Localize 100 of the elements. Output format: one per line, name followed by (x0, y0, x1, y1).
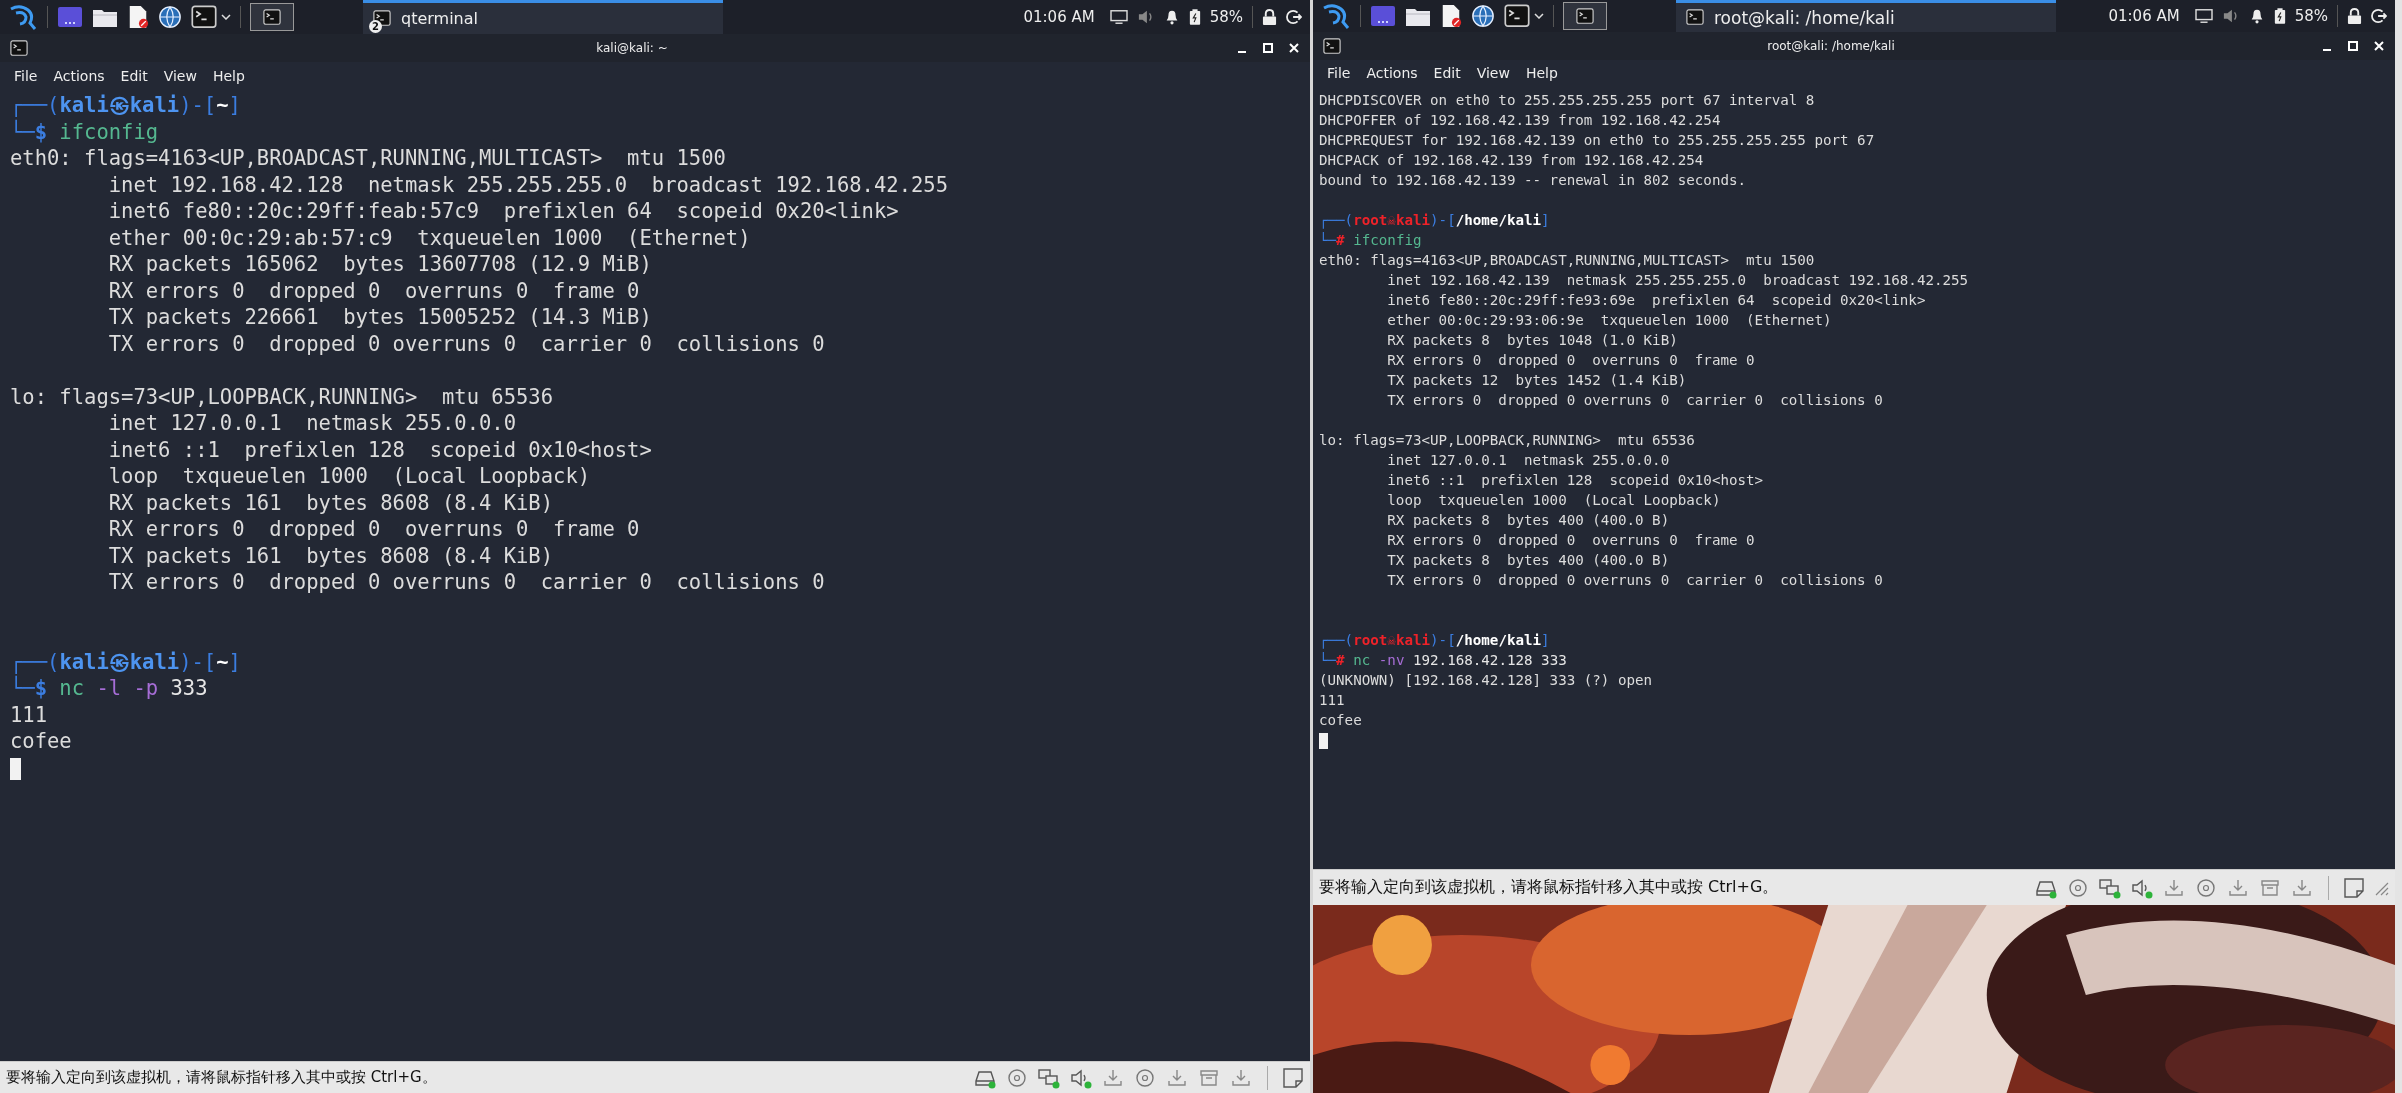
terminal-line: lo: flags=73<UP,LOOPBACK,RUNNING> mtu 65536 (1319, 432, 1695, 448)
prompt-line: ┌──(kali㉿kali)-[~] (10, 649, 241, 674)
battery-percentage: 58% (2294, 7, 2328, 25)
terminal-line: inet 192.168.42.128 netmask 255.255.255.0 broadcast 192.168.42.255 (107, 172, 948, 197)
terminal-line: TX errors 0 dropped 0 overruns 0 carrier 0 collisions 0 (1386, 392, 1883, 408)
terminal-line: 111 (1319, 692, 1345, 708)
workspace-icon[interactable] (1370, 5, 1396, 27)
note-icon[interactable] (2343, 876, 2365, 899)
terminal-line: inet 127.0.0.1 netmask 255.0.0.0 (107, 411, 517, 435)
disc-icon[interactable] (1133, 1066, 1157, 1089)
disc-icon[interactable] (1005, 1066, 1029, 1089)
menu-item[interactable]: File (1327, 65, 1351, 81)
terminal-line: RX errors 0 dropped 0 overruns 0 frame 0 (107, 517, 640, 541)
menu-item[interactable]: Edit (120, 68, 148, 84)
terminal-line: TX packets 161 bytes 8608 (8.4 KiB) (107, 543, 554, 568)
lock-icon[interactable] (2347, 7, 2362, 25)
task-button[interactable]: root@kali: /home/kali (1676, 0, 2056, 32)
terminal-line: 111 (10, 702, 48, 727)
terminal-line: DHCPACK of 192.168.42.139 from 192.168.42.254 (1319, 152, 1704, 168)
disc-icon[interactable] (2066, 876, 2090, 899)
terminal-icon (1576, 7, 1594, 25)
terminal-line: DHCPOFFER of 192.168.42.139 from 192.168.42.254 (1319, 112, 1721, 128)
network-icon[interactable] (1037, 1066, 1061, 1089)
terminal-line: TX packets 8 bytes 400 (400.0 B) (1386, 552, 1670, 568)
terminal-line: RX packets 8 bytes 400 (400.0 B) (1386, 512, 1670, 528)
terminal-icon (1323, 37, 1341, 55)
monitor-icon[interactable] (1109, 9, 1128, 25)
terminal-line: ether 00:0c:29:ab:57:c9 txqueuelen 1000 (Ethernet) (107, 225, 751, 250)
terminal-line: inet6 ::1 prefixlen 128 scopeid 0x10<host> (1386, 472, 1764, 488)
lock-icon[interactable] (1262, 8, 1277, 26)
terminal-line: TX errors 0 dropped 0 overruns 0 carrier 0 collisions 0 (1386, 572, 1883, 588)
caret-icon[interactable] (221, 14, 231, 20)
maximize-icon[interactable] (2347, 40, 2359, 52)
command-line: └─# ifconfig (1319, 232, 1422, 248)
menu-item[interactable]: Actions (1366, 65, 1418, 81)
menu-item[interactable]: Actions (53, 68, 105, 84)
command-line: └─# nc -nv 192.168.42.128 333 (1319, 652, 1567, 668)
terminal-line: RX errors 0 dropped 0 overruns 0 frame 0 (1386, 352, 1755, 368)
dragon-logo-icon[interactable] (1321, 2, 1351, 30)
disc-icon[interactable] (2194, 876, 2218, 899)
menu-item[interactable]: View (163, 68, 197, 84)
clock[interactable]: 01:06 AM (1023, 8, 1095, 26)
terminal-line: eth0: flags=4163<UP,BROADCAST,RUNNING,MULTICAST> mtu 1500 (1319, 252, 1815, 268)
document-icon[interactable] (1440, 4, 1462, 28)
close-icon[interactable] (2373, 40, 2385, 52)
terminal-line: RX packets 161 bytes 8608 (8.4 KiB) (107, 490, 554, 515)
prompt-line: ┌──(kali㉿kali)-[~] (10, 93, 241, 117)
menu-item[interactable]: Help (1525, 65, 1558, 81)
logout-icon[interactable] (1286, 9, 1302, 25)
logout-icon[interactable] (2371, 8, 2387, 24)
battery-icon[interactable] (1188, 8, 1201, 26)
dragon-logo-icon[interactable] (8, 3, 38, 31)
menu-item[interactable]: Help (212, 68, 245, 84)
text-cursor (10, 757, 21, 780)
note-icon[interactable] (1282, 1066, 1304, 1089)
terminal-line: TX errors 0 dropped 0 overruns 0 carrier 0 collisions 0 (107, 570, 825, 594)
menu-item[interactable]: Edit (1433, 65, 1461, 81)
terminal-line: TX errors 0 dropped 0 overruns 0 carrier 0 collisions 0 (107, 331, 825, 356)
terminal-line: cofee (1319, 712, 1362, 728)
terminal-line: inet6 fe80::20c:29ff:fe93:69e prefixlen 64 scopeid 0x20<link> (1386, 292, 1926, 308)
globe-icon[interactable] (1471, 4, 1495, 28)
terminal-icon (1686, 9, 1704, 26)
terminal-line: TX packets 12 bytes 1452 (1.4 KiB) (1386, 372, 1687, 388)
task-button[interactable]: 2 qterminal (363, 0, 723, 34)
terminal-line: lo: flags=73<UP,LOOPBACK,RUNNING> mtu 65536 (10, 384, 554, 409)
window-button[interactable] (250, 3, 294, 31)
status-message: 要将输入定向到该虚拟机，请将鼠标指针移入其中或按 Ctrl+G。 (6, 1068, 437, 1087)
workspace-icon[interactable] (57, 6, 83, 28)
terminal-line: bound to 192.168.42.139 -- renewal in 802 seconds. (1319, 172, 1747, 188)
menu-item[interactable]: View (1476, 65, 1510, 81)
terminal-line: loop txqueuelen 1000 (Local Loopback) (1386, 492, 1721, 508)
terminal-icon (1504, 4, 1530, 28)
command-line: └─$ nc -l -p 333 (10, 676, 208, 700)
battery-icon[interactable] (2273, 7, 2286, 25)
terminal-icon (263, 8, 281, 26)
terminal-line: inet6 fe80::20c:29ff:feab:57c9 prefixlen 64 scopeid 0x20<link> (107, 199, 899, 223)
terminal-icon (191, 5, 217, 29)
window-title: kali@kali: ~ (595, 41, 669, 55)
network-icon[interactable] (2098, 876, 2122, 899)
text-cursor (1319, 733, 1328, 749)
close-icon[interactable] (1288, 42, 1300, 54)
terminal-line: DHCPDISCOVER on eth0 to 255.255.255.255 port 67 interval 8 (1319, 92, 1815, 108)
terminal-line: RX packets 165062 bytes 13607708 (12.9 MiB) (107, 252, 652, 276)
terminal-icon (10, 39, 28, 57)
terminal-line: inet 127.0.0.1 netmask 255.0.0.0 (1386, 452, 1670, 468)
maximize-icon[interactable] (1262, 42, 1274, 54)
caret-icon[interactable] (1534, 13, 1544, 19)
menu-item[interactable]: File (14, 68, 38, 84)
terminal-line: TX packets 226661 bytes 15005252 (14.3 MiB) (107, 305, 652, 329)
prompt-line: ┌──(root☠kali)-[/home/kali] (1319, 212, 1550, 228)
monitor-icon[interactable] (2194, 8, 2213, 24)
clock[interactable]: 01:06 AM (2108, 7, 2180, 25)
window-button[interactable] (1563, 2, 1607, 30)
globe-icon[interactable] (158, 5, 182, 29)
terminal-line: RX errors 0 dropped 0 overruns 0 frame 0 (107, 278, 640, 303)
window-title: root@kali: /home/kali (1766, 39, 1896, 53)
terminal-line: loop txqueuelen 1000 (Local Loopback) (107, 464, 591, 488)
document-icon[interactable] (127, 5, 149, 29)
terminal-line: eth0: flags=4163<UP,BROADCAST,RUNNING,MULTICAST> mtu 1500 (10, 146, 726, 170)
terminal-line: RX packets 8 bytes 1048 (1.0 KiB) (1386, 332, 1678, 348)
